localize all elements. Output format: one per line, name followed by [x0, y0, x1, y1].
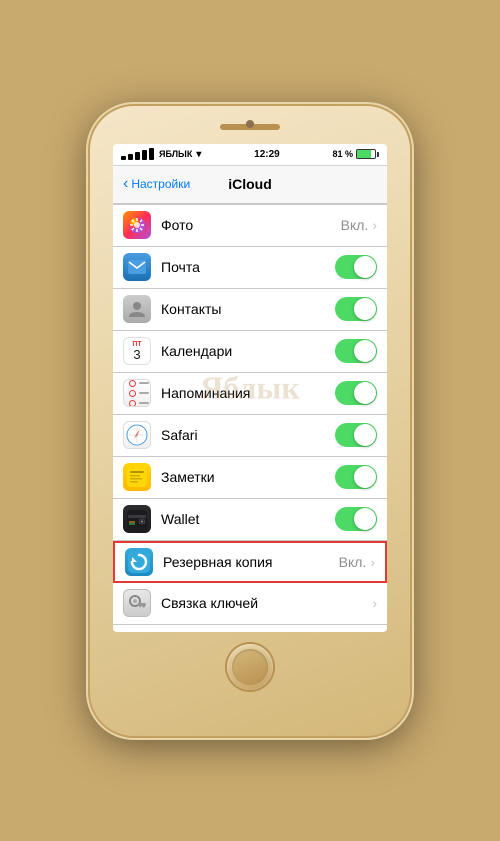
wallet-toggle[interactable] — [335, 507, 377, 531]
bar5 — [149, 148, 154, 160]
status-right: 81 % — [332, 149, 379, 159]
row-label: Safari — [161, 427, 335, 443]
list-item[interactable]: Фото Вкл. › — [113, 205, 387, 247]
bar1 — [121, 156, 126, 160]
row-label: Резервная копия — [163, 554, 339, 570]
list-item[interactable]: ПТ 3 Календари — [113, 331, 387, 373]
photos-icon — [123, 211, 151, 239]
calendar-toggle[interactable] — [335, 339, 377, 363]
safari-toggle[interactable] — [335, 423, 377, 447]
front-camera — [246, 120, 254, 128]
chevron-icon: › — [372, 217, 377, 233]
settings-group: Фото Вкл. › Почта — [113, 204, 387, 632]
bar3 — [135, 152, 140, 160]
battery-icon — [356, 149, 379, 159]
row-label: Контакты — [161, 301, 335, 317]
wifi-icon: ▾ — [196, 149, 201, 160]
back-button[interactable]: ‹ Настройки — [123, 176, 190, 192]
carrier-label: ЯБЛЫК — [159, 149, 192, 159]
mail-icon — [123, 253, 151, 281]
safari-icon — [123, 421, 151, 449]
list-item[interactable]: Контакты — [113, 289, 387, 331]
contacts-toggle[interactable] — [335, 297, 377, 321]
notes-icon — [123, 463, 151, 491]
list-item[interactable]: Резервная копия Вкл. › — [113, 541, 387, 583]
row-value: Вкл. — [339, 554, 367, 570]
page-title: iCloud — [228, 176, 272, 192]
home-button[interactable] — [227, 644, 273, 690]
row-label: Связка ключей — [161, 595, 372, 611]
chevron-icon: › — [372, 595, 377, 611]
phone-screen: ЯБЛЫК ▾ 12:29 81 % ‹ — [113, 144, 387, 632]
row-label: Почта — [161, 259, 335, 275]
status-bar: ЯБЛЫК ▾ 12:29 81 % — [113, 144, 387, 166]
list-item[interactable]: Заметки — [113, 457, 387, 499]
signal-bars — [121, 148, 154, 160]
list-item[interactable]: Связка ключей › — [113, 583, 387, 625]
reminders-toggle[interactable] — [335, 381, 377, 405]
list-item[interactable]: Найти iPhone Вкл. › — [113, 625, 387, 632]
row-label: Wallet — [161, 511, 335, 527]
list-item[interactable]: Почта — [113, 247, 387, 289]
bar2 — [128, 154, 133, 160]
list-item[interactable]: Wallet — [113, 499, 387, 541]
wallet-icon — [123, 505, 151, 533]
mail-toggle[interactable] — [335, 255, 377, 279]
bar4 — [142, 150, 147, 160]
backup-icon — [125, 548, 153, 576]
row-value: Вкл. — [341, 217, 369, 233]
battery-percent: 81 % — [332, 149, 353, 159]
row-label: Фото — [161, 217, 341, 233]
nav-bar: ‹ Настройки iCloud — [113, 166, 387, 204]
home-button-inner — [232, 649, 268, 685]
row-label: Заметки — [161, 469, 335, 485]
row-label: Календари — [161, 343, 335, 359]
chevron-icon: › — [370, 554, 375, 570]
list-item[interactable]: Safari — [113, 415, 387, 457]
phone-frame: ЯБЛЫК ▾ 12:29 81 % ‹ — [90, 106, 410, 736]
back-chevron-icon: ‹ — [123, 176, 128, 192]
back-label: Настройки — [131, 177, 190, 191]
contacts-icon — [123, 295, 151, 323]
calendar-icon: ПТ 3 — [123, 337, 151, 365]
status-left: ЯБЛЫК ▾ — [121, 148, 201, 160]
list-item[interactable]: Напоминания — [113, 373, 387, 415]
reminders-icon — [123, 379, 151, 407]
keychain-icon — [123, 589, 151, 617]
time-display: 12:29 — [254, 149, 280, 160]
row-label: Напоминания — [161, 385, 335, 401]
notes-toggle[interactable] — [335, 465, 377, 489]
settings-list: Фото Вкл. › Почта — [113, 204, 387, 632]
